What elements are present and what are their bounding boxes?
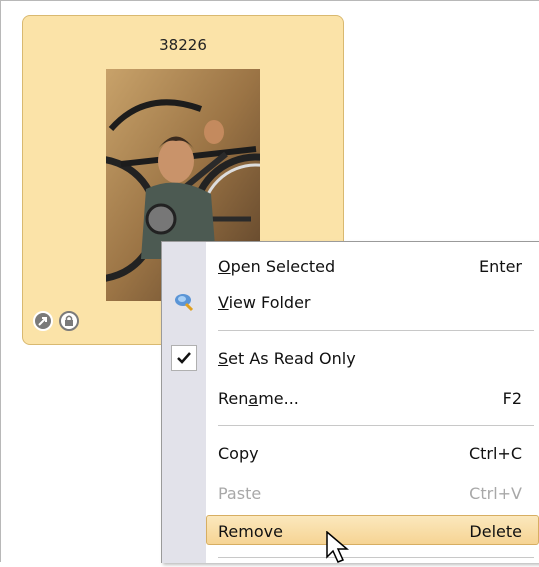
menu-item-set-as-read-only[interactable]: Set As Read Only [162, 340, 539, 376]
menu-separator [218, 330, 534, 331]
menu-item-open-selected[interactable]: Open Selected Enter [162, 248, 539, 284]
menu-separator [218, 557, 534, 558]
file-status-badges [33, 310, 80, 331]
menu-separator [218, 425, 534, 426]
checkmark-icon [171, 345, 197, 371]
menu-item-shortcut: F2 [502, 389, 522, 408]
thumbnail-title: 38226 [159, 36, 207, 54]
menu-item-label: Open Selected [218, 257, 336, 276]
lock-icon [59, 310, 80, 331]
menu-item-copy[interactable]: Copy Ctrl+C [162, 435, 539, 471]
menu-item-shortcut: Ctrl+V [469, 484, 522, 503]
menu-item-label: Copy [218, 444, 259, 463]
menu-item-shortcut: Ctrl+C [468, 444, 522, 463]
file-browser-pane: 38226 Open Selected Enter View Folder Se… [0, 0, 539, 563]
menu-item-shortcut: Delete [469, 522, 522, 541]
menu-item-paste[interactable]: Paste Ctrl+V [162, 475, 539, 511]
view-folder-icon [174, 292, 196, 316]
menu-item-rename[interactable]: Rename... F2 [162, 380, 539, 416]
menu-item-label: Set As Read Only [218, 349, 356, 368]
menu-item-label: Rename... [218, 389, 299, 408]
context-menu: Open Selected Enter View Folder Set As R… [161, 241, 539, 563]
menu-item-shortcut: Enter [479, 257, 522, 276]
menu-item-view-folder[interactable]: View Folder [162, 284, 539, 320]
menu-item-label: View Folder [218, 293, 311, 312]
menu-item-label: Paste [218, 484, 262, 503]
shortcut-arrow-icon [33, 310, 53, 331]
menu-item-label: Remove [218, 522, 283, 541]
